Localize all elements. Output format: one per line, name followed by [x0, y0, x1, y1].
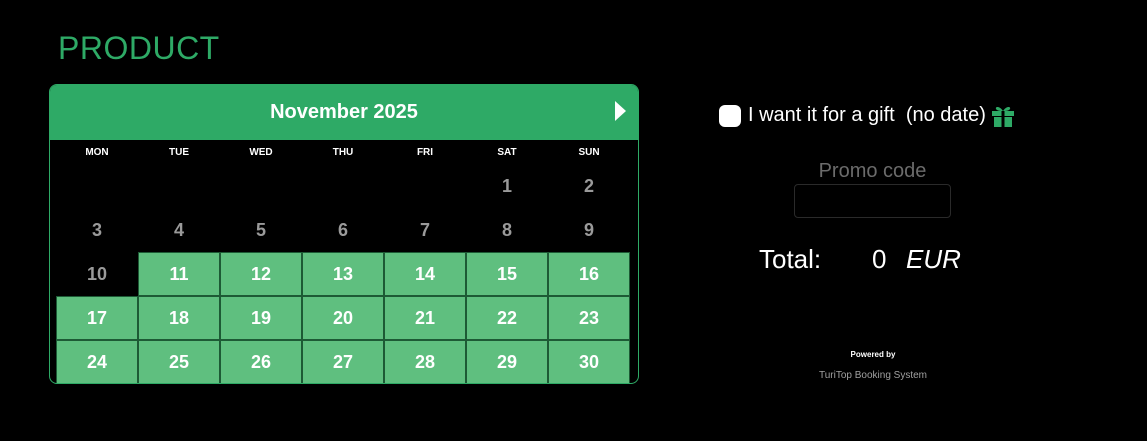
- weekday-header-row: MON TUE WED THU FRI SAT SUN: [56, 140, 638, 164]
- calendar-day-unavailable: 1: [501, 175, 512, 196]
- calendar-day-available[interactable]: 11: [138, 252, 220, 296]
- chevron-right-icon[interactable]: [615, 101, 626, 121]
- weekday-label: FRI: [416, 146, 434, 158]
- calendar-month-label: November 2025: [270, 101, 418, 123]
- calendar-empty-cell: [384, 164, 466, 208]
- weekday-label: TUE: [169, 146, 189, 158]
- calendar: November 2025 MON TUE WED THU FRI SAT SUN 1234…: [49, 84, 639, 384]
- weekday-label: MON: [85, 146, 109, 158]
- calendar-days-grid: 1 2 3 4 5 6 7 8 9 10 11 12 13 14 15 16 17 18 19 20 21 22 23 24 2…: [56, 164, 638, 383]
- calendar-day-unavailable: 4: [173, 219, 184, 240]
- promo-code-label: Promo code: [818, 160, 927, 182]
- weekday-label: WED: [249, 146, 273, 158]
- calendar-day-available[interactable]: 17: [56, 296, 138, 340]
- calendar-empty-cell: [302, 164, 384, 208]
- calendar-day-available[interactable]: 24: [56, 340, 138, 383]
- total-label: Total:: [759, 244, 822, 274]
- calendar-day-available[interactable]: 29: [466, 340, 548, 383]
- calendar-day-available[interactable]: 19: [220, 296, 302, 340]
- gift-icon: [991, 105, 1015, 127]
- calendar-day-unavailable: 5: [255, 219, 266, 240]
- weekday-label: THU: [332, 146, 354, 158]
- calendar-day-available[interactable]: 16: [548, 252, 630, 296]
- total-currency: EUR: [906, 244, 961, 274]
- weekday-label: SAT: [497, 146, 517, 158]
- calendar-day-available[interactable]: 14: [384, 252, 466, 296]
- calendar-day-available[interactable]: 30: [548, 340, 630, 383]
- gift-label[interactable]: I want it for a gift (no date): [748, 104, 986, 127]
- total-value: 0: [872, 244, 887, 274]
- calendar-day-available[interactable]: 28: [384, 340, 466, 383]
- calendar-header: November 2025: [50, 85, 638, 140]
- calendar-day-available[interactable]: 25: [138, 340, 220, 383]
- gift-checkbox[interactable]: [719, 104, 741, 127]
- calendar-empty-cell: [138, 164, 220, 208]
- calendar-day-available[interactable]: 22: [466, 296, 548, 340]
- calendar-day-unavailable: 2: [583, 175, 594, 196]
- calendar-day-unavailable: 3: [91, 219, 102, 240]
- product-title: PRODUCT: [58, 30, 220, 66]
- powered-by-label: Powered by: [850, 350, 896, 359]
- calendar-day-available[interactable]: 12: [220, 252, 302, 296]
- calendar-day-unavailable: 6: [337, 219, 348, 240]
- calendar-empty-cell: [56, 164, 138, 208]
- weekday-label: SUN: [578, 146, 600, 158]
- booking-widget: PRODUCT November 2025 MON TUE WED THU FRI SAT…: [0, 0, 1147, 441]
- calendar-day-unavailable: 10: [86, 263, 108, 284]
- calendar-day-available[interactable]: 18: [138, 296, 220, 340]
- calendar-day-available[interactable]: 23: [548, 296, 630, 340]
- calendar-day-available[interactable]: 13: [302, 252, 384, 296]
- calendar-day-unavailable: 9: [583, 219, 594, 240]
- calendar-day-available[interactable]: 27: [302, 340, 384, 383]
- calendar-day-unavailable: 8: [501, 219, 512, 240]
- booking-system-link[interactable]: TuriTop Booking System: [803, 370, 943, 381]
- calendar-empty-cell: [220, 164, 302, 208]
- gift-option: I want it for a gift (no date): [719, 104, 1015, 127]
- calendar-day-available[interactable]: 21: [384, 296, 466, 340]
- calendar-day-available[interactable]: 20: [302, 296, 384, 340]
- calendar-day-available[interactable]: 26: [220, 340, 302, 383]
- calendar-day-unavailable: 7: [419, 219, 430, 240]
- calendar-day-available[interactable]: 15: [466, 252, 548, 296]
- promo-code-input[interactable]: [794, 184, 951, 218]
